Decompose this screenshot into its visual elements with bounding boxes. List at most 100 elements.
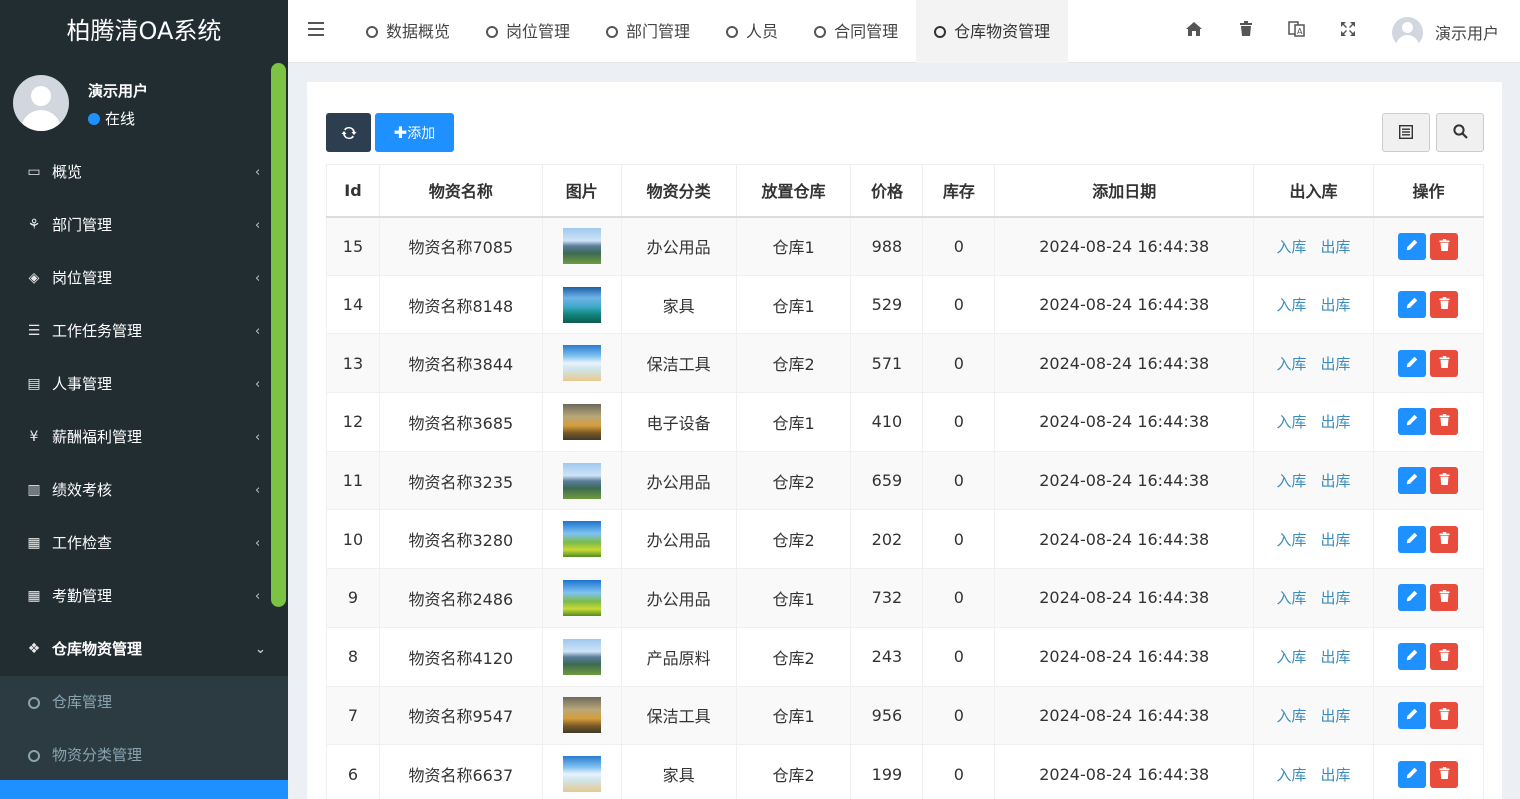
- column-header[interactable]: 图片: [541, 164, 622, 218]
- stock-in-link[interactable]: 入库: [1277, 648, 1307, 666]
- sidebar-item-9[interactable]: ❖ 仓库物资管理 ⌄: [0, 623, 288, 676]
- stock-in-link[interactable]: 入库: [1277, 413, 1307, 431]
- stock-in-link[interactable]: 入库: [1277, 355, 1307, 373]
- edit-button[interactable]: [1398, 643, 1427, 671]
- trash-icon[interactable]: [1236, 21, 1256, 41]
- beach-thumb[interactable]: [562, 756, 601, 793]
- cell-warehouse: 仓库2: [735, 509, 852, 570]
- column-header[interactable]: 添加日期: [994, 164, 1255, 218]
- sidebar-subitem-1[interactable]: 物资分类管理: [0, 729, 288, 782]
- search-toggle-button[interactable]: [1436, 113, 1484, 152]
- meadow-thumb[interactable]: [562, 579, 601, 616]
- sidebar-item-4[interactable]: ▤ 人事管理 ‹: [0, 358, 288, 411]
- edit-button[interactable]: [1398, 232, 1427, 260]
- delete-button[interactable]: [1430, 584, 1459, 612]
- edit-button[interactable]: [1398, 584, 1427, 612]
- cell-stock: 0: [922, 626, 996, 687]
- delete-button[interactable]: [1430, 525, 1459, 553]
- column-header[interactable]: 出入库: [1253, 164, 1374, 218]
- app-logo-title[interactable]: 柏腾清OA系统: [0, 0, 288, 64]
- delete-button[interactable]: [1430, 467, 1459, 495]
- tab-4[interactable]: 合同管理: [796, 0, 916, 63]
- autumn-thumb[interactable]: [562, 697, 601, 734]
- circle-icon: [934, 26, 947, 38]
- sidebar-item-3[interactable]: ☰ 工作任务管理 ‹: [0, 305, 288, 358]
- column-header[interactable]: 放置仓库: [735, 164, 852, 218]
- stock-out-link[interactable]: 出库: [1321, 238, 1351, 256]
- stock-in-link[interactable]: 入库: [1277, 766, 1307, 784]
- tab-2[interactable]: 部门管理: [588, 0, 708, 63]
- column-header[interactable]: 物资分类: [620, 164, 737, 218]
- column-header[interactable]: 操作: [1372, 164, 1485, 218]
- tab-3[interactable]: 人员: [708, 0, 796, 63]
- delete-button[interactable]: [1430, 232, 1459, 260]
- tab-1[interactable]: 岗位管理: [468, 0, 588, 63]
- stock-out-link[interactable]: 出库: [1321, 589, 1351, 607]
- edit-button[interactable]: [1398, 291, 1427, 319]
- sidebar-item-1[interactable]: ⚘ 部门管理 ‹: [0, 199, 288, 252]
- stock-in-link[interactable]: 入库: [1277, 472, 1307, 490]
- mountain-lake-thumb[interactable]: [562, 462, 601, 499]
- sidebar-scrollbar[interactable]: [271, 63, 286, 607]
- delete-button[interactable]: [1430, 643, 1459, 671]
- edit-button[interactable]: [1398, 408, 1427, 436]
- chevron-left-icon: ‹: [255, 430, 261, 445]
- circle-icon: [726, 26, 739, 38]
- add-button[interactable]: ✚添加: [375, 113, 454, 152]
- sidebar-item-8[interactable]: ▦ 考勤管理 ‹: [0, 570, 288, 623]
- sidebar-item-0[interactable]: ▭ 概览 ‹: [0, 146, 288, 199]
- stock-in-link[interactable]: 入库: [1277, 707, 1307, 725]
- delete-button[interactable]: [1430, 760, 1459, 788]
- edit-button[interactable]: [1398, 701, 1427, 729]
- stock-in-link[interactable]: 入库: [1277, 589, 1307, 607]
- delete-button[interactable]: [1430, 408, 1459, 436]
- cell-inout: 入库 出库: [1253, 685, 1374, 746]
- stock-out-link[interactable]: 出库: [1321, 355, 1351, 373]
- edit-button[interactable]: [1398, 467, 1427, 495]
- sidebar-item-5[interactable]: ¥ 薪酬福利管理 ‹: [0, 411, 288, 464]
- stock-in-link[interactable]: 入库: [1277, 238, 1307, 256]
- beach-thumb[interactable]: [562, 345, 601, 382]
- columns-toggle-button[interactable]: [1382, 113, 1430, 152]
- stock-in-link[interactable]: 入库: [1277, 296, 1307, 314]
- header-user-menu[interactable]: 演示用户: [1392, 16, 1499, 48]
- stock-out-link[interactable]: 出库: [1321, 296, 1351, 314]
- trash-icon: [1439, 355, 1450, 368]
- stock-out-link[interactable]: 出库: [1321, 472, 1351, 490]
- sidebar-active-subitem-strip[interactable]: [0, 780, 288, 799]
- sidebar-toggle-icon[interactable]: [308, 22, 324, 36]
- refresh-button[interactable]: [326, 113, 371, 152]
- tab-0[interactable]: 数据概览: [348, 0, 468, 63]
- home-icon[interactable]: [1184, 21, 1204, 41]
- stock-out-link[interactable]: 出库: [1321, 531, 1351, 549]
- tab-5[interactable]: 仓库物资管理: [916, 0, 1069, 63]
- delete-button[interactable]: [1430, 291, 1459, 319]
- stock-out-link[interactable]: 出库: [1321, 413, 1351, 431]
- stock-in-link[interactable]: 入库: [1277, 531, 1307, 549]
- delete-button[interactable]: [1430, 349, 1459, 377]
- edit-button[interactable]: [1398, 525, 1427, 553]
- delete-button[interactable]: [1430, 701, 1459, 729]
- column-header[interactable]: Id: [326, 164, 380, 218]
- waterfall-thumb[interactable]: [562, 286, 601, 323]
- cell-warehouse: 仓库1: [735, 685, 852, 746]
- sidebar-item-7[interactable]: ▦ 工作检查 ‹: [0, 517, 288, 570]
- mountain-lake-thumb[interactable]: [562, 638, 601, 675]
- fullscreen-icon[interactable]: [1338, 21, 1358, 41]
- sidebar-item-6[interactable]: ▥ 绩效考核 ‹: [0, 464, 288, 517]
- pencil-icon: [1407, 532, 1418, 543]
- autumn-thumb[interactable]: [562, 403, 601, 440]
- stock-out-link[interactable]: 出库: [1321, 766, 1351, 784]
- column-header[interactable]: 库存: [922, 164, 996, 218]
- translate-icon[interactable]: A: [1287, 21, 1307, 41]
- stock-out-link[interactable]: 出库: [1321, 648, 1351, 666]
- sidebar-subitem-0[interactable]: 仓库管理: [0, 676, 288, 729]
- column-header[interactable]: 价格: [850, 164, 924, 218]
- mountain-lake-thumb[interactable]: [562, 228, 601, 265]
- stock-out-link[interactable]: 出库: [1321, 707, 1351, 725]
- meadow-thumb[interactable]: [562, 521, 601, 558]
- column-header[interactable]: 物资名称: [378, 164, 543, 218]
- edit-button[interactable]: [1398, 349, 1427, 377]
- sidebar-item-2[interactable]: ◈ 岗位管理 ‹: [0, 252, 288, 305]
- edit-button[interactable]: [1398, 760, 1427, 788]
